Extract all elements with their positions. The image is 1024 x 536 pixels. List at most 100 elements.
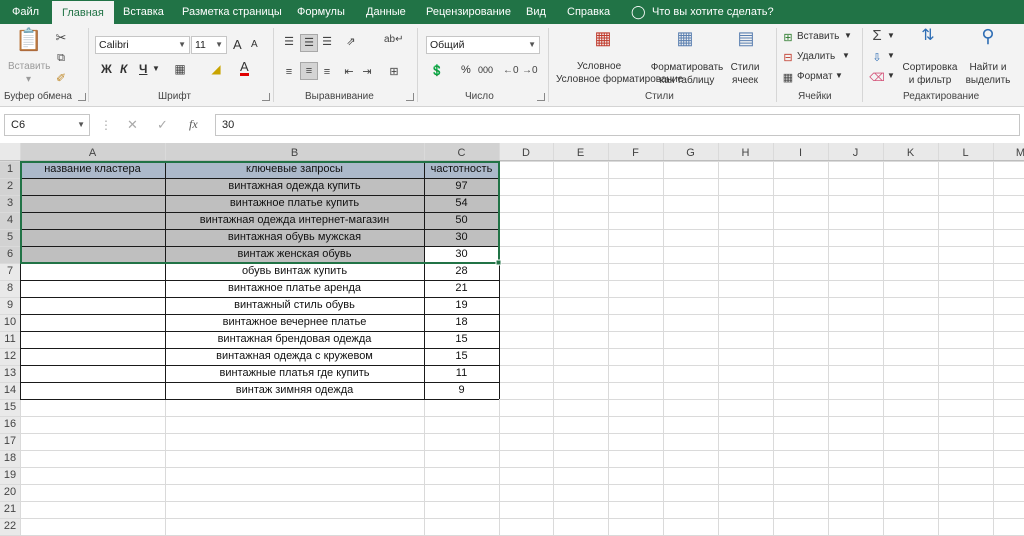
cancel-icon[interactable]: ✕ (127, 117, 138, 133)
chevron-down-icon[interactable]: ▼ (77, 115, 85, 135)
cell-cluster[interactable] (20, 382, 165, 399)
cell-keyword[interactable]: винтажное платье аренда (165, 280, 424, 297)
font-launcher-icon[interactable] (262, 93, 270, 101)
row-header-19[interactable]: 19 (0, 467, 20, 484)
cell-keyword[interactable]: винтажная одежда интернет-магазин (165, 212, 424, 229)
increase-decimal-icon[interactable]: ←0 (503, 63, 519, 79)
format-painter-icon[interactable]: ✐ (53, 70, 69, 86)
cell-frequency[interactable]: 30 (424, 229, 499, 246)
chevron-down-icon[interactable]: ▼ (835, 71, 843, 80)
clear-icon[interactable]: ⌫ (869, 70, 885, 86)
row-header-5[interactable]: 5 (0, 229, 20, 246)
cell-frequency[interactable]: 9 (424, 382, 499, 399)
format-as-table-icon[interactable]: ▦ (672, 29, 698, 56)
shrink-font-button[interactable]: A (251, 39, 258, 50)
row-header-2[interactable]: 2 (0, 178, 20, 195)
orientation-icon[interactable]: ⇗ (342, 34, 360, 50)
sort-filter-button[interactable]: Сортировка и фильтр (900, 61, 960, 87)
tab-data[interactable]: Данные (366, 0, 406, 24)
comma-style-button[interactable]: 000 (478, 65, 493, 75)
cell-frequency[interactable]: 15 (424, 348, 499, 365)
insert-cells-icon[interactable]: ⊞ (781, 30, 795, 46)
grow-font-button[interactable]: A (233, 37, 242, 52)
cell-frequency[interactable]: 50 (424, 212, 499, 229)
insert-cells-button[interactable]: Вставить (797, 31, 839, 42)
cell-cluster[interactable] (20, 365, 165, 382)
cell-keyword[interactable]: винтажная одежда с кружевом (165, 348, 424, 365)
cell-keyword[interactable]: винтаж зимняя одежда (165, 382, 424, 399)
column-header-l[interactable]: L (938, 145, 993, 161)
conditional-formatting-icon[interactable]: ▦ (590, 29, 616, 56)
chevron-down-icon[interactable]: ▼ (844, 31, 852, 40)
worksheet-grid[interactable]: A B C D E F G H I J K L M 1 2 3 4 5 6 7 8 9 10 11 12 13 14 15 16 17 18… (0, 143, 1024, 536)
number-launcher-icon[interactable] (537, 93, 545, 101)
alignment-launcher-icon[interactable] (406, 93, 414, 101)
cell-cluster[interactable] (20, 297, 165, 314)
font-color-button[interactable]: A (240, 60, 249, 76)
column-header-e[interactable]: E (553, 145, 608, 161)
paste-button[interactable]: Вставить (8, 61, 50, 72)
cell-keyword[interactable]: винтаж женская обувь (165, 246, 424, 263)
tab-home[interactable]: Главная (52, 0, 114, 25)
row-header-20[interactable]: 20 (0, 484, 20, 501)
cell-frequency[interactable]: 30 (424, 246, 499, 263)
table-header-cell[interactable]: частотность (424, 161, 499, 178)
cell-frequency[interactable]: 19 (424, 297, 499, 314)
cell-cluster[interactable] (20, 348, 165, 365)
percent-style-button[interactable]: % (461, 64, 471, 76)
row-header-1[interactable]: 1 (0, 161, 20, 178)
paste-dropdown-icon[interactable]: ▾ (26, 74, 31, 85)
column-header-a[interactable]: A (20, 145, 165, 161)
row-header-13[interactable]: 13 (0, 365, 20, 382)
decrease-indent-icon[interactable]: ⇤ (342, 64, 356, 80)
row-header-16[interactable]: 16 (0, 416, 20, 433)
cell-cluster[interactable] (20, 195, 165, 212)
wrap-text-icon[interactable]: ab↵ (384, 32, 404, 48)
cell-cluster[interactable] (20, 280, 165, 297)
column-header-m[interactable]: M (993, 145, 1024, 161)
tell-me-search[interactable]: Что вы хотите сделать? (652, 0, 774, 24)
row-header-6[interactable]: 6 (0, 246, 20, 263)
fill-icon[interactable]: ⇩ (869, 50, 885, 66)
align-middle-icon[interactable]: ☰ (300, 34, 318, 52)
clipboard-launcher-icon[interactable] (78, 93, 86, 101)
tab-page-layout[interactable]: Разметка страницы (182, 0, 282, 24)
cell-cluster[interactable] (20, 314, 165, 331)
find-select-button[interactable]: Найти и выделить (960, 61, 1016, 87)
tab-view[interactable]: Вид (526, 0, 546, 24)
cell-styles-icon[interactable]: ▤ (733, 29, 759, 56)
format-cells-button[interactable]: Формат (797, 71, 833, 82)
bold-button[interactable]: Ж (101, 62, 112, 76)
autosum-icon[interactable]: Σ (869, 28, 885, 44)
insert-function-button[interactable]: fx (189, 117, 198, 132)
cell-keyword[interactable]: винтажный стиль обувь (165, 297, 424, 314)
column-header-i[interactable]: I (773, 145, 828, 161)
column-header-f[interactable]: F (608, 145, 663, 161)
chevron-down-icon[interactable]: ▼ (842, 51, 850, 60)
cell-cluster[interactable] (20, 331, 165, 348)
paste-icon[interactable]: 📋 (14, 29, 44, 60)
tab-review[interactable]: Рецензирование (426, 0, 511, 24)
accounting-format-icon[interactable]: 💲 (428, 63, 446, 79)
align-left-icon[interactable]: ≡ (282, 64, 296, 80)
row-header-10[interactable]: 10 (0, 314, 20, 331)
cut-icon[interactable]: ✂ (53, 30, 69, 46)
font-name-select[interactable]: Calibri ▼ (95, 36, 190, 54)
column-header-d[interactable]: D (499, 145, 553, 161)
column-header-h[interactable]: H (718, 145, 773, 161)
column-header-c[interactable]: C (424, 145, 499, 161)
number-format-select[interactable]: Общий ▼ (426, 36, 540, 54)
chevron-down-icon[interactable]: ▼ (887, 31, 895, 40)
align-center-icon[interactable]: ≡ (300, 62, 318, 80)
tab-insert[interactable]: Вставка (123, 0, 164, 24)
chevron-down-icon[interactable]: ▼ (887, 71, 895, 80)
borders-icon[interactable]: ▦ (172, 61, 188, 77)
row-header-22[interactable]: 22 (0, 518, 20, 535)
tab-formulas[interactable]: Формулы (297, 0, 345, 24)
cell-frequency[interactable]: 97 (424, 178, 499, 195)
cell-keyword[interactable]: винтажная обувь мужская (165, 229, 424, 246)
align-bottom-icon[interactable]: ☰ (320, 34, 334, 50)
cell-frequency[interactable]: 18 (424, 314, 499, 331)
underline-button[interactable]: Ч (139, 62, 147, 76)
cell-cluster[interactable] (20, 246, 165, 263)
